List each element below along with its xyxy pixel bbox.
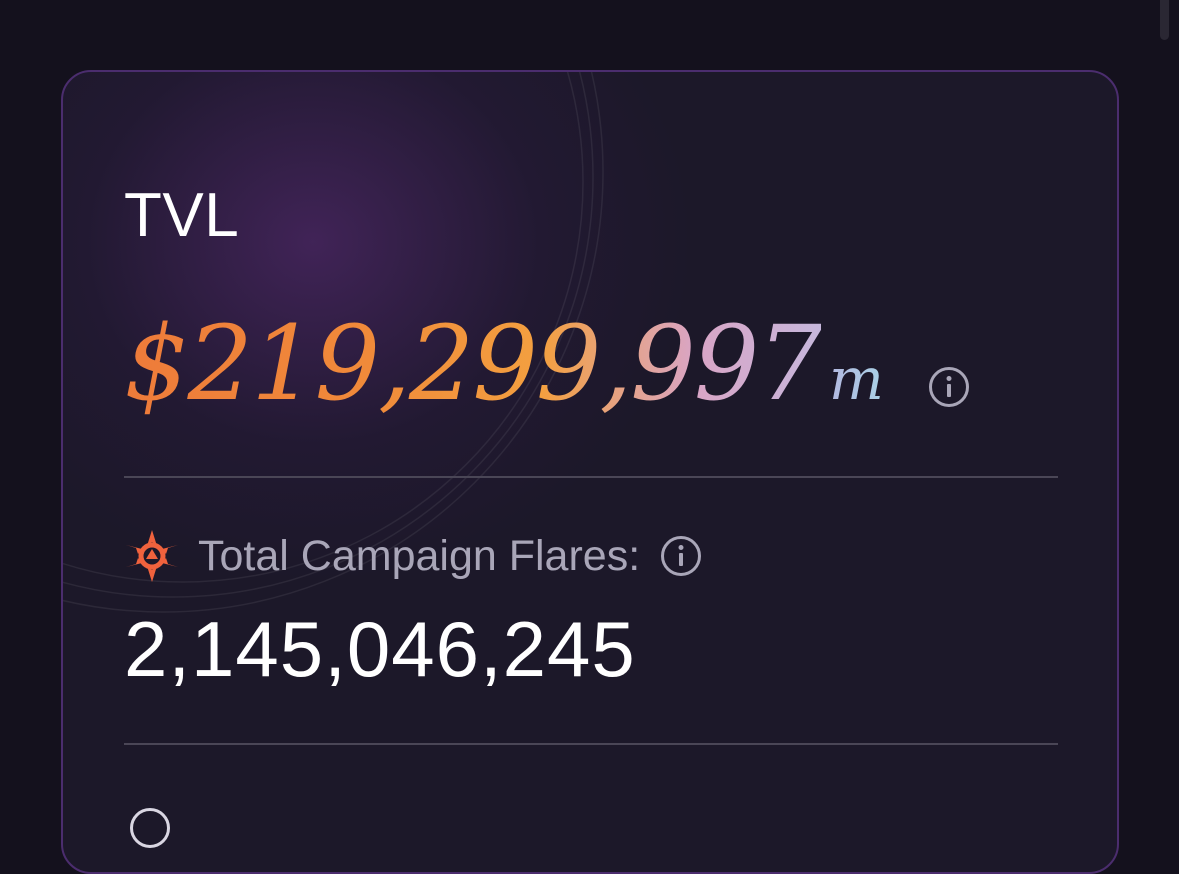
tvl-info-icon[interactable] <box>928 366 970 408</box>
tvl-unit-suffix: m <box>828 345 884 413</box>
flares-value: 2,145,046,245 <box>124 605 636 693</box>
divider <box>124 743 1058 745</box>
flares-info-icon[interactable] <box>660 535 702 577</box>
flares-header: Total Campaign Flares: <box>124 528 702 584</box>
tvl-value: $219,299,997 <box>124 304 823 424</box>
scrollbar-thumb[interactable] <box>1160 0 1169 40</box>
divider <box>124 476 1058 478</box>
stats-card: TVL $219,299,997 m Total Campaign Flares… <box>61 70 1119 874</box>
tvl-value-row: $219,299,997 m <box>124 304 884 424</box>
tvl-label: TVL <box>124 181 240 250</box>
flare-star-icon <box>124 528 180 584</box>
circle-icon <box>130 808 170 848</box>
flares-label: Total Campaign Flares: <box>198 531 641 580</box>
